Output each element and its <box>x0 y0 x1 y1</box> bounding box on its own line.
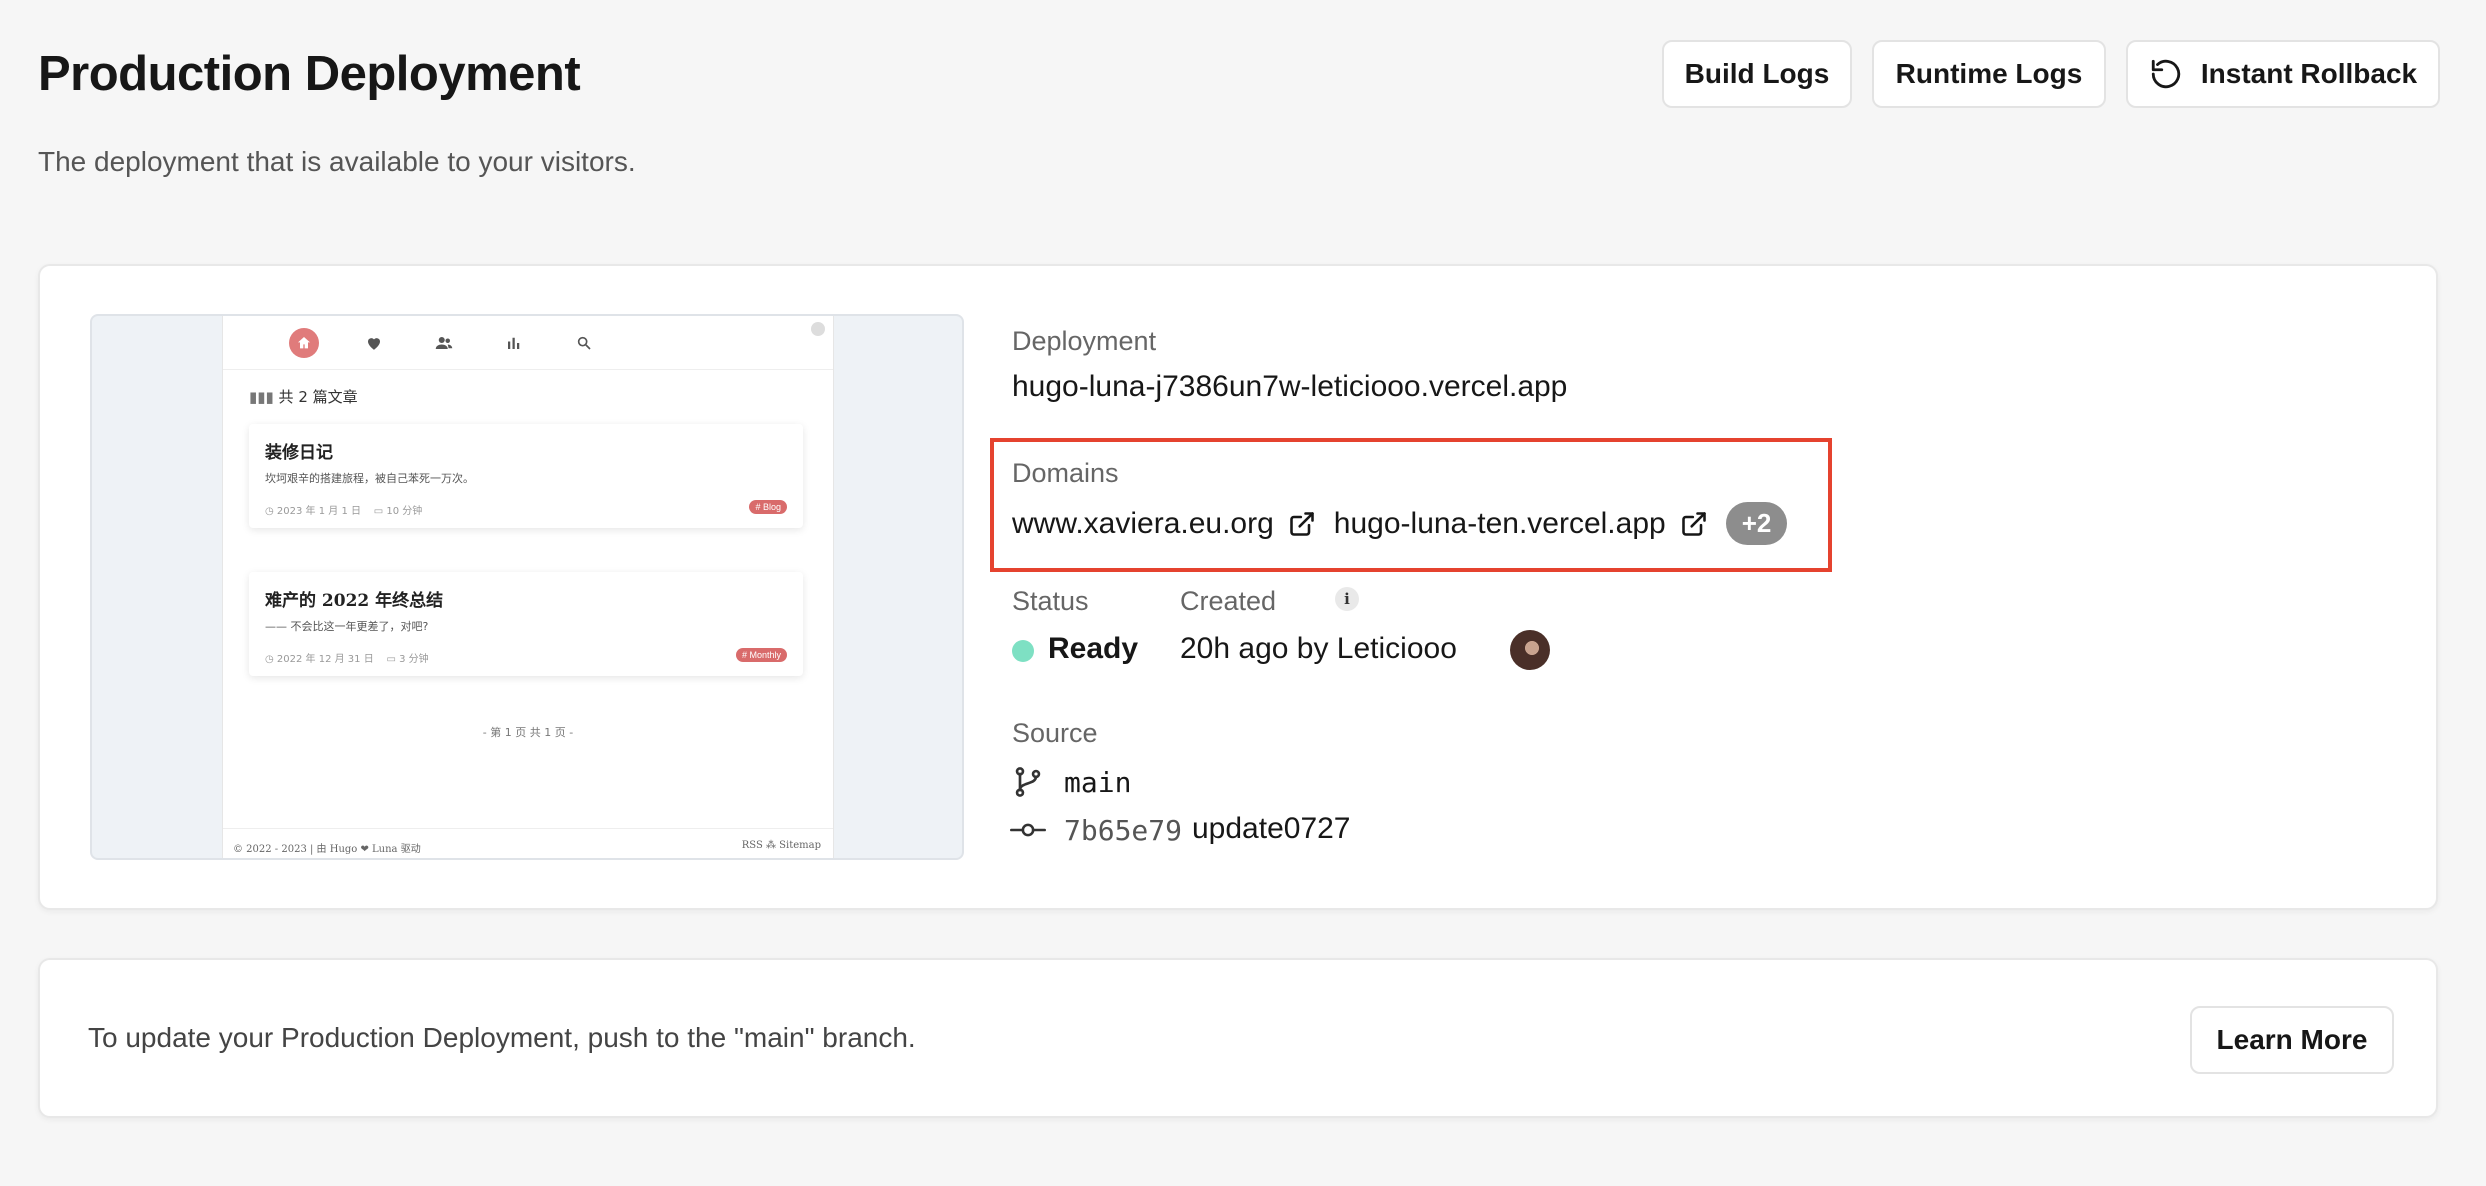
post-count: 2 <box>298 388 308 406</box>
rollback-icon <box>2151 59 2181 89</box>
theme-toggle-icon <box>811 322 825 336</box>
created-value: 20h ago by Leticiooo <box>1180 632 1457 665</box>
domain-link[interactable]: www.xaviera.eu.org <box>1012 507 1274 541</box>
post-date: 2023 年 1 月 1 日 <box>276 506 361 517</box>
clock-icon: ◷ <box>265 654 274 665</box>
runtime-logs-label: Runtime Logs <box>1895 58 2083 89</box>
preview-footer: © 2022 - 2023 | 由 Hugo ❤ Luna 驱动 RSS ⁂ S… <box>223 828 833 858</box>
post-title: 难产的 2022 年终总结 <box>265 591 444 611</box>
more-domains-badge[interactable]: +2 <box>1725 502 1788 545</box>
avatar[interactable] <box>1510 630 1550 670</box>
preview-page: ▮▮▮ 共 2 篇文章 装修日记 坎坷艰辛的搭建旅程，被自己苯死一万次。 ◷ 2… <box>222 316 834 858</box>
post-tag: # Monthly <box>735 648 787 662</box>
source-label: Source <box>1012 718 1098 748</box>
external-link-icon[interactable] <box>1680 510 1708 538</box>
learn-more-label: Learn More <box>2216 1024 2368 1055</box>
domains-list: www.xaviera.eu.org hugo-luna-ten.vercel.… <box>1012 502 1788 545</box>
users-icon <box>429 328 459 358</box>
build-logs-label: Build Logs <box>1684 58 1830 89</box>
post-count-suffix: 篇文章 <box>312 388 358 406</box>
domain-link[interactable]: hugo-luna-ten.vercel.app <box>1334 507 1666 541</box>
external-link-icon[interactable] <box>1288 510 1316 538</box>
preview-bar-chart-icon: ▮▮▮ <box>249 388 274 406</box>
preview-pager: - 第 1 页 共 1 页 - <box>482 726 574 739</box>
post-meta: ◷ 2022 年 12 月 31 日 ▭ 3 分钟 <box>265 650 429 665</box>
instant-rollback-label: Instant Rollback <box>2200 58 2418 89</box>
git-branch-icon <box>1015 767 1041 797</box>
deployment-preview[interactable]: ▮▮▮ 共 2 篇文章 装修日记 坎坷艰辛的搭建旅程，被自己苯死一万次。 ◷ 2… <box>90 314 964 860</box>
clock-icon: ◷ <box>265 506 274 517</box>
git-commit-icon <box>1010 823 1046 837</box>
commit-message[interactable]: update0727 <box>1192 812 1351 846</box>
domains-label: Domains <box>1012 458 1119 488</box>
preview-post-count: ▮▮▮ 共 2 篇文章 <box>249 386 358 407</box>
post-meta: ◷ 2023 年 1 月 1 日 ▭ 10 分钟 <box>265 502 422 517</box>
search-icon <box>569 328 599 358</box>
preview-footer-left: © 2022 - 2023 | 由 Hugo ❤ Luna 驱动 <box>233 844 421 855</box>
deployment-label: Deployment <box>1012 326 1157 356</box>
post-tag: # Blog <box>749 500 787 514</box>
update-info-card: To update your Production Deployment, pu… <box>38 958 2438 1118</box>
preview-nav <box>223 316 833 370</box>
heart-icon <box>359 328 389 358</box>
status-label: Status <box>1012 586 1089 616</box>
post-excerpt: 坎坷艰辛的搭建旅程，被自己苯死一万次。 <box>265 472 474 485</box>
update-info-text: To update your Production Deployment, pu… <box>88 1022 916 1053</box>
post-date: 2022 年 12 月 31 日 <box>276 654 374 665</box>
page-title: Production Deployment <box>38 47 581 101</box>
build-logs-button[interactable]: Build Logs <box>1662 40 1852 108</box>
runtime-logs-button[interactable]: Runtime Logs <box>1872 40 2106 108</box>
status-dot <box>1012 640 1034 662</box>
instant-rollback-button[interactable]: Instant Rollback <box>2126 40 2440 108</box>
deployment-url-link[interactable]: hugo-luna-j7386un7w-leticiooo.vercel.app <box>1012 370 1567 404</box>
post-read-time: 3 分钟 <box>399 654 429 665</box>
status-value: Ready <box>1048 632 1139 665</box>
book-icon: ▭ <box>386 654 396 665</box>
preview-footer-right: RSS ⁂ Sitemap <box>741 840 821 851</box>
commit-hash[interactable]: 7b65e79 <box>1064 814 1182 847</box>
deployment-card: ▮▮▮ 共 2 篇文章 装修日记 坎坷艰辛的搭建旅程，被自己苯死一万次。 ◷ 2… <box>38 264 2438 910</box>
branch-name[interactable]: main <box>1064 766 1131 799</box>
book-icon: ▭ <box>373 506 384 517</box>
learn-more-button[interactable]: Learn More <box>2190 1006 2394 1074</box>
bar-chart-icon <box>499 328 529 358</box>
home-icon <box>289 328 319 358</box>
post-title: 装修日记 <box>265 443 333 463</box>
page-subtitle: The deployment that is available to your… <box>38 146 636 177</box>
post-count-prefix: 共 <box>278 388 294 406</box>
info-icon[interactable]: i <box>1335 587 1359 611</box>
created-label: Created <box>1180 586 1277 616</box>
post-excerpt: —— 不会比这一年更差了，对吧? <box>265 620 429 633</box>
post-read-time: 10 分钟 <box>386 506 423 517</box>
preview-post-card: 装修日记 坎坷艰辛的搭建旅程，被自己苯死一万次。 ◷ 2023 年 1 月 1 … <box>249 424 803 528</box>
preview-post-card: 难产的 2022 年终总结 —— 不会比这一年更差了，对吧? ◷ 2022 年 … <box>249 572 803 676</box>
